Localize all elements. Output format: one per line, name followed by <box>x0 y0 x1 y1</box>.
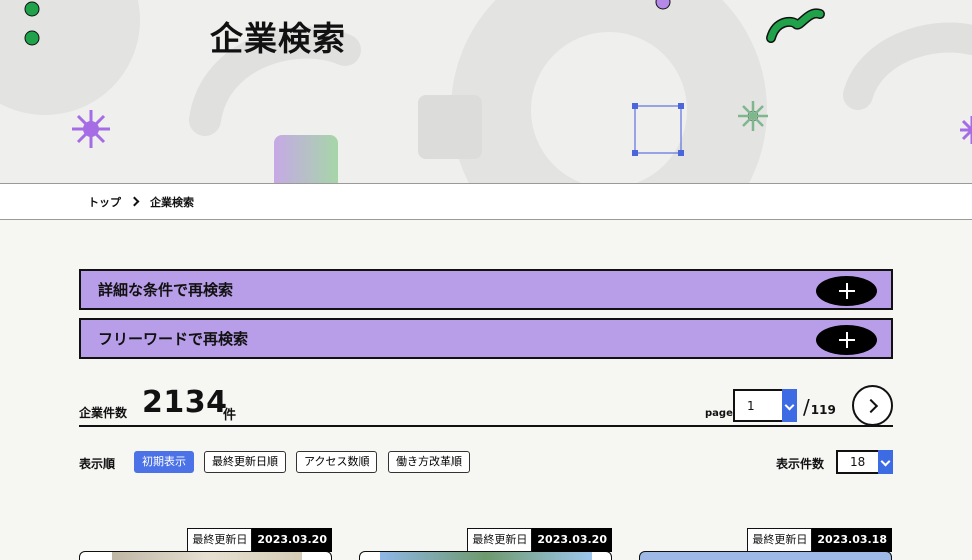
company-card[interactable]: 最終更新日 2023.03.18 <box>639 528 892 560</box>
updated-badge: 最終更新日 2023.03.20 <box>187 528 332 552</box>
breadcrumb-home-link[interactable]: トップ <box>88 194 121 210</box>
sort-workstyle-button[interactable]: 働き方改革順 <box>388 451 470 473</box>
hero-banner: 企業検索 <box>0 0 972 183</box>
results-count: 2134 <box>142 385 228 420</box>
breadcrumb-current: 企業検索 <box>150 195 194 209</box>
per-page-label: 表示件数 <box>776 457 825 471</box>
decor-squiggle <box>767 9 824 42</box>
decor-star-purple <box>72 110 110 148</box>
results-count-label: 企業件数 <box>79 406 128 420</box>
page-total-value: 119 <box>810 403 836 417</box>
slash-icon: / <box>803 395 810 419</box>
decor-square <box>418 95 482 159</box>
updated-label: 最終更新日 <box>467 528 533 552</box>
page-label: page <box>705 408 733 419</box>
page-select[interactable]: 1 <box>733 389 797 422</box>
decor-ring <box>451 0 767 183</box>
chevron-down-icon <box>782 389 797 422</box>
accordion-detailed-search[interactable]: 詳細な条件で再検索 <box>79 269 893 310</box>
updated-label: 最終更新日 <box>187 528 253 552</box>
updated-badge: 最終更新日 2023.03.20 <box>467 528 612 552</box>
decor-circle-left <box>0 0 140 115</box>
updated-date: 2023.03.18 <box>812 528 892 552</box>
sort-updated-button[interactable]: 最終更新日順 <box>204 451 286 473</box>
breadcrumb: トップ 企業検索 <box>0 183 972 220</box>
hero-decoration <box>0 0 972 183</box>
updated-date: 2023.03.20 <box>532 528 612 552</box>
company-card-image <box>359 551 612 560</box>
decor-dot-purple <box>655 0 671 10</box>
company-photo <box>380 552 592 560</box>
accordion-freeword-search-label: フリーワードで再検索 <box>98 330 249 348</box>
company-card[interactable]: 最終更新日 2023.03.20 <box>359 528 612 560</box>
sort-default-button[interactable]: 初期表示 <box>134 451 194 473</box>
updated-label: 最終更新日 <box>747 528 813 552</box>
chevron-right-icon <box>129 196 140 207</box>
decor-star-purple-right <box>960 116 972 144</box>
updated-badge: 最終更新日 2023.03.18 <box>747 528 892 552</box>
results-count-unit: 件 <box>223 408 237 423</box>
company-card-image <box>639 551 892 560</box>
decor-dot <box>24 1 40 17</box>
sort-label: 表示順 <box>79 457 116 471</box>
decor-arc-right <box>843 22 972 110</box>
page-select-value: 1 <box>747 399 755 413</box>
updated-date: 2023.03.20 <box>252 528 332 552</box>
decor-gradient-tile <box>274 135 338 183</box>
chevron-down-icon <box>878 450 893 474</box>
company-card-image <box>79 551 332 560</box>
sort-access-button[interactable]: アクセス数順 <box>296 451 378 473</box>
per-page-select[interactable]: 18 <box>836 450 893 474</box>
company-card[interactable]: 最終更新日 2023.03.20 <box>79 528 332 560</box>
results-header: 企業件数 2134 件 page 1 /119 <box>79 380 893 427</box>
decor-dot <box>24 30 40 46</box>
company-photo <box>112 552 302 560</box>
plus-icon[interactable] <box>816 276 877 306</box>
page-title: 企業検索 <box>210 19 346 58</box>
next-page-button[interactable] <box>852 385 893 426</box>
accordion-detailed-search-label: 詳細な条件で再検索 <box>98 281 234 299</box>
page-total: /119 <box>803 395 836 419</box>
accordion-freeword-search[interactable]: フリーワードで再検索 <box>79 318 893 359</box>
plus-icon[interactable] <box>816 325 877 355</box>
decor-selection-box <box>632 103 684 156</box>
per-page-value: 18 <box>850 455 866 469</box>
